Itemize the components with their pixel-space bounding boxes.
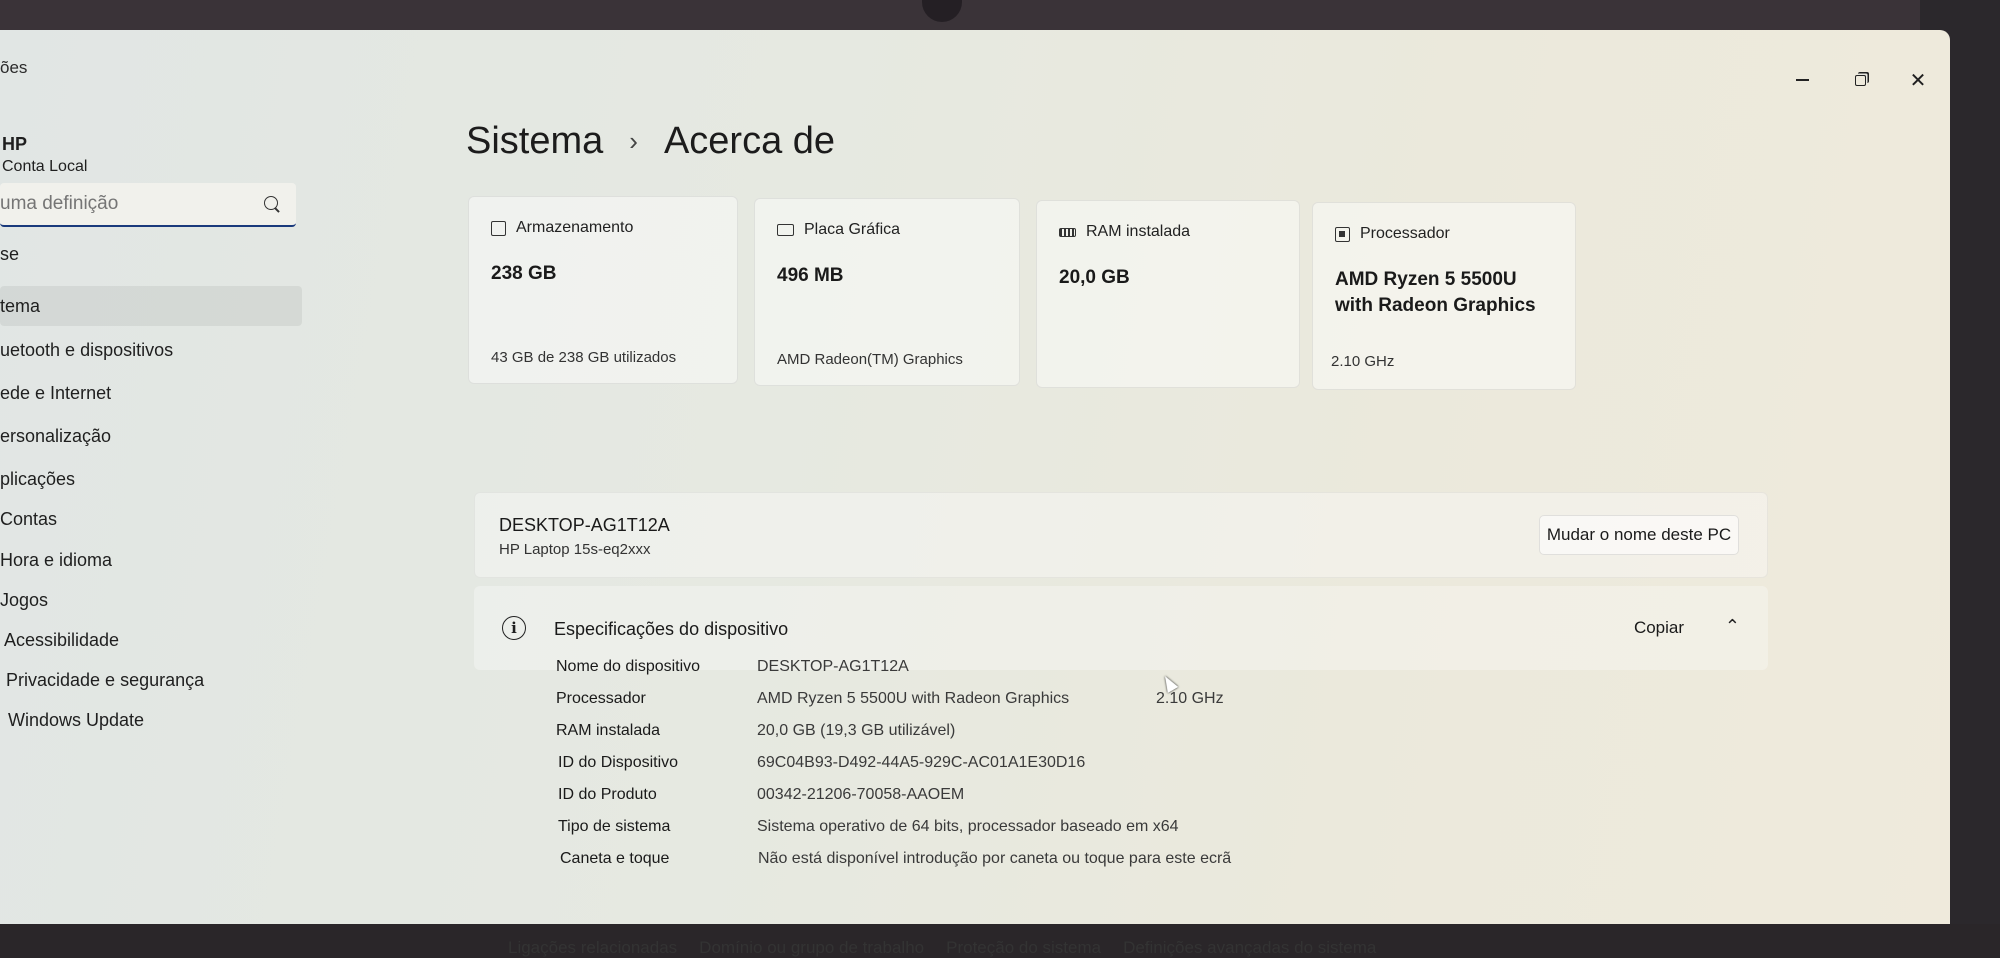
sidebar-item-home[interactable]: se — [0, 234, 19, 274]
app-title: ões — [0, 58, 28, 77]
spec-extra: 2.10 GHz — [1156, 690, 1224, 707]
specs-title: Especificações do dispositivo — [554, 619, 789, 639]
rename-pc-button[interactable]: Mudar o nome deste PC — [1539, 515, 1739, 555]
card-sub: 43 GB de 238 GB utilizados — [491, 349, 677, 366]
sidebar-item-system[interactable]: tema — [0, 286, 302, 326]
spec-value: DESKTOP-AG1T12A — [757, 658, 909, 675]
sidebar-item-windows-update[interactable]: Windows Update — [8, 700, 144, 740]
pc-model: HP Laptop 15s-eq2xxx — [499, 541, 651, 558]
minimize-button[interactable] — [1790, 68, 1814, 92]
card-sub: 2.10 GHz — [1331, 353, 1395, 370]
gpu-card[interactable]: Placa Gráfica 496 MB AMD Radeon(TM) Grap… — [754, 198, 1020, 386]
sidebar-item-network[interactable]: ede e Internet — [0, 373, 111, 413]
account-type: Conta Local — [2, 158, 88, 175]
card-value: 20,0 GB — [1059, 267, 1130, 288]
spec-value: Não está disponível introdução por canet… — [758, 850, 1232, 867]
pc-name-panel: DESKTOP-AG1T12A HP Laptop 15s-eq2xxx Mud… — [474, 492, 1768, 578]
storage-card[interactable]: Armazenamento 238 GB 43 GB de 238 GB uti… — [468, 196, 738, 384]
spec-value: 69C04B93-D492-44A5-929C-AC01A1E30D16 — [757, 754, 1086, 771]
system-protection-link[interactable]: Proteção do sistema — [946, 938, 1101, 958]
settings-window: ões ✕ HP Conta Local se tema uetooth e d… — [0, 30, 1950, 957]
window-controls: ✕ — [1790, 68, 1930, 92]
close-button[interactable]: ✕ — [1906, 68, 1930, 92]
spec-value: Sistema operativo de 64 bits, processado… — [757, 818, 1179, 835]
sidebar-item-time-language[interactable]: Hora e idioma — [0, 540, 112, 580]
spec-value: 20,0 GB (19,3 GB utilizável) — [757, 722, 956, 739]
advanced-settings-link[interactable]: Definições avançadas do sistema — [1123, 938, 1376, 958]
maximize-button[interactable] — [1848, 68, 1872, 92]
card-sub: AMD Radeon(TM) Graphics — [777, 351, 963, 368]
sidebar-item-privacy[interactable]: Privacidade e segurança — [6, 660, 204, 700]
spec-label: Processador — [556, 690, 646, 707]
ram-card[interactable]: RAM instalada 20,0 GB — [1036, 200, 1300, 388]
gpu-icon — [777, 224, 794, 236]
breadcrumb-chevron-icon: › — [629, 126, 638, 156]
card-value: 496 MB — [777, 265, 844, 286]
spec-value: AMD Ryzen 5 5500U with Radeon Graphics — [757, 690, 1070, 707]
spec-label: ID do Dispositivo — [558, 754, 679, 771]
pc-name: DESKTOP-AG1T12A — [499, 515, 670, 535]
card-title: Armazenamento — [516, 219, 634, 236]
cpu-card[interactable]: Processador AMD Ryzen 5 5500U with Radeo… — [1312, 202, 1576, 390]
restore-icon — [1854, 74, 1866, 86]
user-name: HP — [2, 134, 28, 154]
chevron-up-icon[interactable]: ⌃ — [1725, 616, 1740, 637]
cpu-icon — [1335, 226, 1350, 242]
breadcrumb-parent[interactable]: Sistema — [466, 120, 603, 163]
copy-button[interactable]: Copiar — [1606, 608, 1712, 648]
domain-workgroup-link[interactable]: Domínio ou grupo de trabalho — [699, 938, 924, 958]
info-icon: i — [502, 616, 526, 640]
sidebar-item-bluetooth[interactable]: uetooth e dispositivos — [0, 330, 173, 370]
sidebar-item-personalization[interactable]: ersonalização — [0, 416, 111, 456]
sidebar-item-apps[interactable]: plicações — [0, 459, 75, 499]
breadcrumb: Sistema › Acerca de — [466, 120, 835, 163]
search-input[interactable] — [0, 192, 240, 216]
sidebar-item-gaming[interactable]: Jogos — [0, 580, 48, 620]
search-box[interactable] — [0, 183, 296, 227]
spec-label: Tipo de sistema — [558, 818, 671, 835]
spec-label: Nome do dispositivo — [556, 658, 701, 675]
related-links-label: Ligações relacionadas — [508, 938, 678, 957]
sidebar-item-accessibility[interactable]: Acessibilidade — [4, 620, 119, 660]
spec-label: Caneta e toque — [560, 850, 670, 867]
spec-value: 00342-21206-70058-AAOEM — [757, 786, 965, 803]
spec-label: RAM instalada — [556, 722, 661, 739]
card-value: 238 GB — [491, 263, 557, 284]
search-icon[interactable] — [264, 196, 278, 210]
card-title: Placa Gráfica — [804, 221, 901, 238]
minimize-icon — [1795, 79, 1809, 81]
card-value-line1: AMD Ryzen 5 5500U — [1335, 269, 1517, 290]
page-title: Acerca de — [663, 120, 836, 162]
card-value-line2: with Radeon Graphics — [1335, 294, 1536, 316]
storage-icon — [491, 220, 506, 236]
ram-icon — [1059, 227, 1076, 237]
card-title: RAM instalada — [1086, 223, 1191, 240]
sidebar-item-accounts[interactable]: Contas — [0, 499, 57, 539]
card-title: Processador — [1360, 225, 1450, 242]
spec-label: ID do Produto — [558, 786, 657, 803]
related-links: Ligações relacionadas Domínio ou grupo d… — [508, 938, 1376, 958]
